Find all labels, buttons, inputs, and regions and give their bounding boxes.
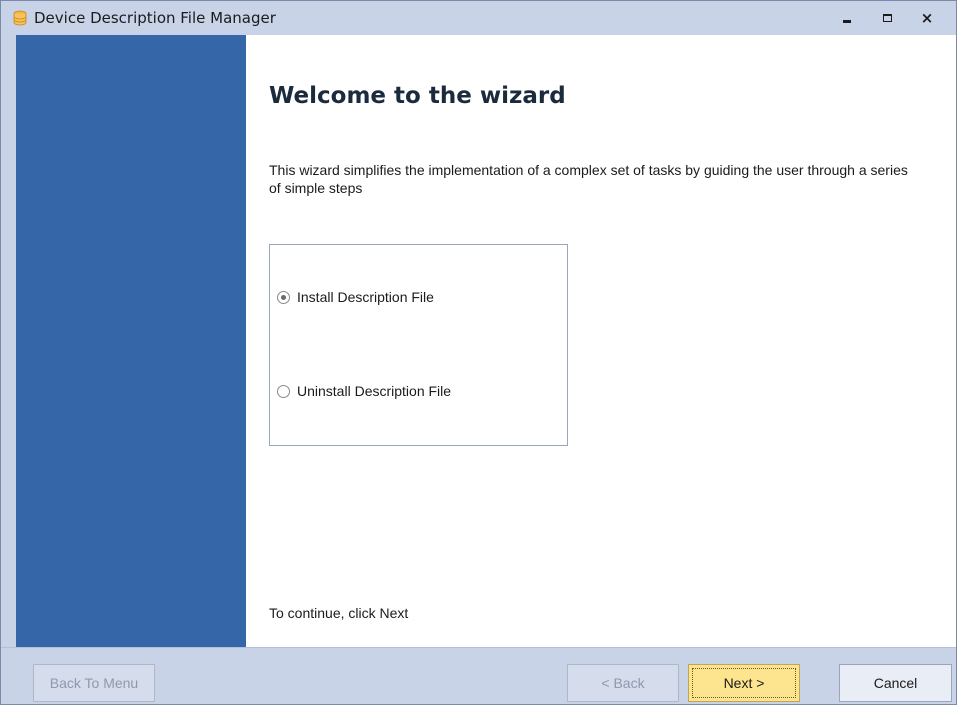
radio-dot [281,294,286,300]
wizard-side-panel [16,35,246,647]
close-icon: × [920,8,934,27]
install-option[interactable]: Install Description File [277,289,434,305]
install-option-label: Install Description File [297,289,434,305]
continue-hint: To continue, click Next [269,605,409,621]
wizard-description: This wizard simplifies the implementatio… [269,162,908,196]
cancel-label: Cancel [873,675,918,691]
radio-button-selected[interactable] [277,290,290,304]
back-label: < Back [601,675,645,691]
uninstall-option-label: Uninstall Description File [297,383,452,399]
window-title: Device Description File Manager [34,9,276,27]
close-button[interactable]: × [907,1,947,35]
radio-button[interactable] [277,384,290,398]
options-group [269,244,568,446]
wizard-window: Device Description File Manager × Welcom… [0,0,957,705]
next-button[interactable]: Next > [688,664,800,702]
uninstall-option[interactable]: Uninstall Description File [277,383,451,399]
minimize-icon [843,19,851,23]
maximize-button[interactable] [867,1,907,35]
minimize-button[interactable] [827,1,867,35]
database-icon [13,10,27,26]
focus-rectangle [692,668,796,698]
maximize-icon [882,14,892,22]
cancel-button[interactable]: Cancel [839,664,952,702]
window-frame-left [1,35,16,647]
back-button[interactable]: < Back [567,664,679,702]
back-to-menu-label: Back To Menu [49,675,139,691]
page-title: Welcome to the wizard [269,83,566,109]
back-to-menu-button[interactable]: Back To Menu [33,664,155,702]
title-bar[interactable]: Device Description File Manager × [1,1,956,35]
